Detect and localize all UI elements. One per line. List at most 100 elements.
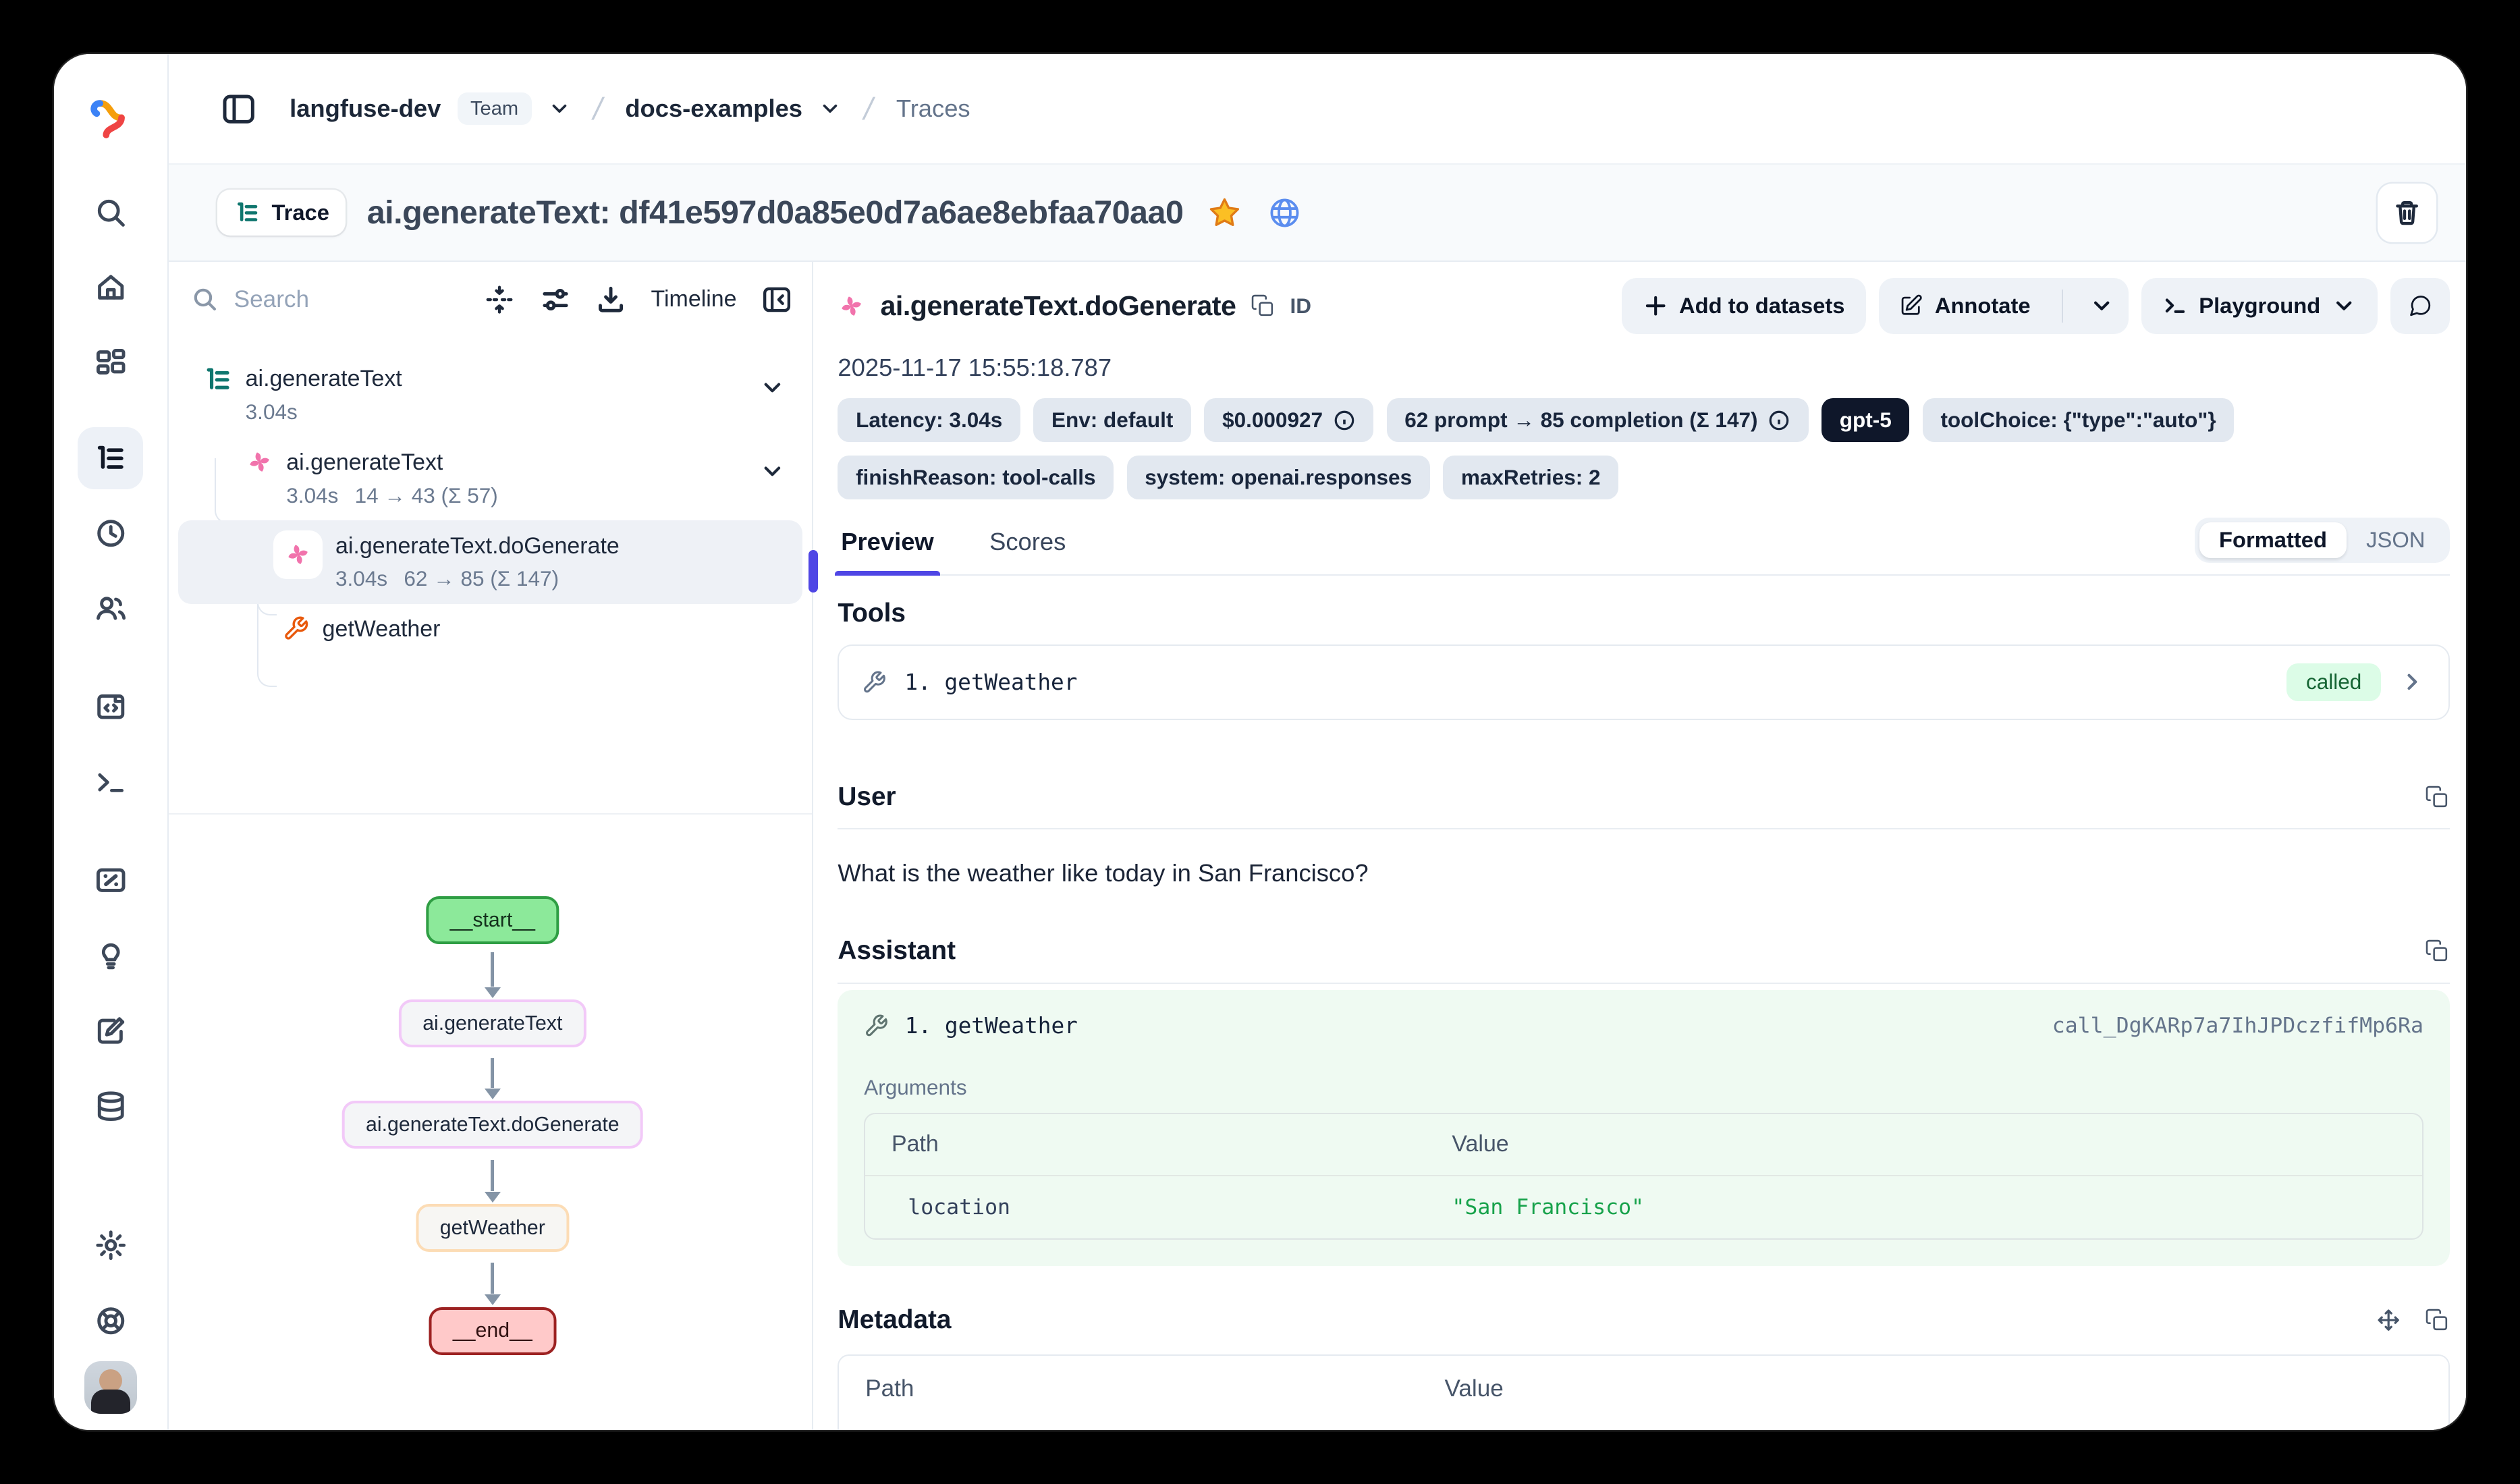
add-to-datasets-button[interactable]: Add to datasets: [1622, 278, 1866, 333]
chevron-down-icon: [2089, 294, 2114, 318]
users-icon[interactable]: [78, 578, 143, 640]
args-header-path: Path: [865, 1131, 1425, 1157]
sidebar-toggle-icon[interactable]: [217, 88, 260, 130]
trace-tree-panel: Timeline ai.generateText 3.04s: [169, 262, 813, 1430]
tracing-icon[interactable]: [78, 427, 143, 489]
chevron-right-icon[interactable]: [2399, 669, 2426, 695]
breadcrumb: langfuse-dev Team / docs-examples / Trac…: [169, 54, 2466, 163]
screen: langfuse-dev Team / docs-examples / Trac…: [0, 0, 2520, 1484]
tree-row-generation-selected[interactable]: ai.generateText.doGenerate 3.04s62 → 85 …: [178, 520, 802, 604]
breadcrumb-org[interactable]: langfuse-dev: [290, 94, 441, 123]
chevron-down-icon[interactable]: [759, 458, 786, 485]
agent-graph: __start__ ai.generateText ai.generateTex…: [169, 813, 812, 1430]
langfuse-logo[interactable]: [86, 93, 135, 142]
system-badge: system: openai.responses: [1127, 456, 1430, 499]
copy-icon[interactable]: [2425, 785, 2449, 809]
tree-row-generation[interactable]: ai.generateText 3.04s14 → 43 (Σ 57): [178, 437, 802, 520]
annotate-split-button: Annotate: [1879, 278, 2129, 333]
tool-call-name: 1. getWeather: [905, 1013, 1078, 1039]
comments-button[interactable]: [2390, 278, 2449, 333]
dashboard-icon[interactable]: [78, 332, 143, 394]
prompts-file-code-icon[interactable]: [78, 676, 143, 738]
trace-title-bar: Trace ai.generateText: df41e597d0a85e0d7…: [169, 163, 2466, 261]
playground-terminal-icon[interactable]: [78, 751, 143, 813]
playground-button[interactable]: Playground: [2141, 278, 2378, 333]
tree-search[interactable]: [192, 284, 368, 314]
json-toggle[interactable]: JSON: [2347, 522, 2444, 558]
graph-node[interactable]: ai.generateText.doGenerate: [341, 1101, 643, 1149]
delete-trace-button[interactable]: [2378, 184, 2436, 242]
settings-gear-icon[interactable]: [78, 1214, 143, 1276]
graph-node[interactable]: __start__: [426, 896, 559, 944]
graph-node[interactable]: ai.generateText: [399, 999, 586, 1047]
support-lifebuoy-icon[interactable]: [78, 1290, 143, 1352]
plus-icon: [1643, 294, 1668, 318]
home-icon[interactable]: [78, 257, 143, 319]
evaluation-percent-icon[interactable]: [78, 849, 143, 911]
tools-heading: Tools: [838, 599, 2449, 628]
graph-edge: [491, 1160, 494, 1191]
annotation-pen-icon[interactable]: [78, 999, 143, 1062]
search-icon[interactable]: [78, 182, 143, 244]
timeline-toggle[interactable]: Timeline: [651, 286, 737, 312]
tool-definition-row[interactable]: 1. getWeather called: [838, 644, 2449, 720]
user-heading: User: [838, 782, 896, 812]
metadata-heading: Metadata: [838, 1305, 951, 1335]
copy-icon[interactable]: [2425, 1308, 2449, 1332]
annotate-button[interactable]: Annotate: [1879, 278, 2050, 333]
expand-move-icon[interactable]: [2376, 1308, 2401, 1332]
graph-node[interactable]: __end__: [429, 1307, 556, 1355]
tree-toolbar: Timeline: [169, 262, 812, 337]
tree-row-trace[interactable]: ai.generateText 3.04s: [178, 354, 802, 437]
chevron-down-icon[interactable]: [759, 375, 786, 401]
breadcrumb-project[interactable]: docs-examples: [625, 94, 802, 123]
assistant-heading: Assistant: [838, 936, 956, 966]
tree-row-tool[interactable]: getWeather: [178, 604, 802, 655]
icon-rail: [54, 54, 169, 1430]
observation-detail-panel: ai.generateText.doGenerate ID Add to dat…: [815, 262, 2466, 1430]
graph-node[interactable]: getWeather: [416, 1204, 569, 1252]
org-chevron-down-icon[interactable]: [548, 97, 571, 120]
user-message: What is the weather like today in San Fr…: [838, 859, 2449, 887]
model-badge[interactable]: gpt-5: [1821, 398, 1909, 442]
argument-path: location: [865, 1195, 1425, 1219]
project-chevron-down-icon[interactable]: [819, 97, 842, 120]
argument-row: location "San Francisco": [865, 1176, 2422, 1238]
cost-badge[interactable]: $0.000927: [1204, 398, 1373, 442]
finishreason-badge: finishReason: tool-calls: [838, 456, 1114, 499]
search-input[interactable]: [231, 284, 355, 314]
tokens-badge[interactable]: 62 prompt → 85 completion (Σ 147): [1387, 398, 1809, 442]
panel-resize-handle[interactable]: [809, 550, 819, 593]
download-icon[interactable]: [595, 284, 626, 315]
collapse-panel-icon[interactable]: [761, 284, 792, 315]
tool-called-badge: called: [2286, 663, 2382, 701]
public-globe-icon[interactable]: [1265, 193, 1305, 232]
sessions-clock-icon[interactable]: [78, 502, 143, 564]
copy-icon[interactable]: [1251, 294, 1275, 318]
observation-title: ai.generateText.doGenerate: [880, 290, 1236, 322]
latency-badge: Latency: 3.04s: [838, 398, 1020, 442]
toolchoice-badge: toolChoice: {"type":"auto"}: [1923, 398, 2235, 442]
insights-lightbulb-icon[interactable]: [78, 925, 143, 987]
info-icon: [1768, 409, 1790, 432]
breadcrumb-page[interactable]: Traces: [896, 94, 970, 123]
bookmark-star-icon[interactable]: [1205, 193, 1244, 232]
datasets-database-icon[interactable]: [78, 1075, 143, 1137]
collapse-all-icon[interactable]: [484, 284, 515, 315]
tree-settings-sliders-icon[interactable]: [540, 284, 571, 315]
formatted-toggle[interactable]: Formatted: [2199, 522, 2347, 558]
metadata-header-value: Value: [1419, 1356, 2448, 1402]
user-avatar[interactable]: [84, 1361, 137, 1414]
trace-type-label: Trace: [271, 200, 329, 225]
annotate-dropdown-chevron[interactable]: [2075, 278, 2129, 333]
format-toggle: Formatted JSON: [2195, 518, 2450, 563]
tab-scores[interactable]: Scores: [986, 522, 1069, 574]
tree-row-label: ai.generateText: [246, 363, 402, 394]
copy-icon[interactable]: [2425, 939, 2449, 963]
observation-timestamp: 2025-11-17 15:55:18.787: [838, 354, 2449, 382]
tab-preview[interactable]: Preview: [838, 522, 937, 574]
maxretries-badge: maxRetries: 2: [1443, 456, 1618, 499]
argument-value: "San Francisco": [1426, 1195, 2422, 1219]
trace-title: ai.generateText: df41e597d0a85e0d7a6ae8e…: [367, 194, 1184, 231]
info-icon: [1333, 409, 1356, 432]
